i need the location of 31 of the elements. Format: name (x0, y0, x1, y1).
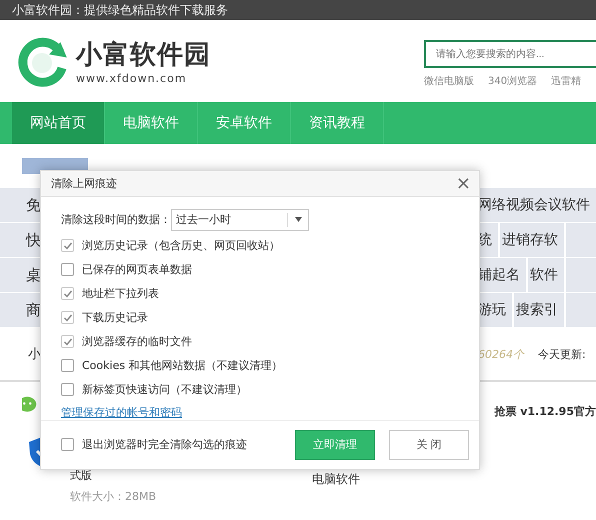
option-label: 地址栏下拉列表 (82, 286, 159, 302)
search-field[interactable]: 请输入您要搜索的内容... (424, 40, 596, 68)
dialog-title: 清除上网痕迹 (51, 176, 117, 191)
header-link[interactable]: 迅雷精 (551, 74, 582, 88)
section-tab[interactable]: 小 (0, 345, 41, 363)
manage-passwords-link[interactable]: 管理保存过的帐号和密码 (61, 404, 182, 420)
tag-link[interactable]: 进销存软 (502, 223, 566, 257)
header-link[interactable]: 340浏览器 (488, 74, 538, 88)
time-range-dropdown[interactable]: 过去一小时 (171, 208, 309, 231)
logo-url: www.xfdown.com (76, 72, 188, 85)
header-link[interactable]: 微信电脑版 (424, 74, 474, 88)
close-button[interactable]: × (456, 172, 471, 194)
option-label: 退出浏览器时完全清除勾选的痕迹 (82, 437, 247, 452)
app-size: 软件大小：28MB (70, 489, 156, 504)
option-label: 浏览器缓存的临时文件 (82, 334, 192, 350)
category-label: 电脑软件 (311, 471, 360, 488)
option-label: 下载历史记录 (82, 310, 148, 326)
range-label: 清除这段时间的数据： (61, 212, 171, 228)
option-label: 已保存的网页表单数据 (82, 262, 192, 278)
app-name: 式版 (70, 468, 93, 483)
site-tagline: 小富软件园：提供绿色精品软件下载服务 (12, 2, 228, 18)
today-update-label: 今天更新: (538, 346, 586, 362)
featured-title[interactable]: 抢票 v1.12.95官方 (494, 404, 596, 419)
option-label: 浏览历史记录（包含历史、网页回收站） (82, 238, 280, 254)
tag-link[interactable]: 软件 (530, 258, 566, 292)
option-label: Cookies 和其他网站数据（不建议清理） (82, 358, 283, 374)
tag-link[interactable]: 搜索引 (516, 293, 566, 327)
option-label: 新标签页快速访问（不建议清理） (82, 382, 247, 398)
nav-tab[interactable]: 网站首页 (12, 102, 105, 144)
logo-name: 小富软件园 (76, 39, 211, 72)
close-dialog-button[interactable]: 关 闭 (389, 430, 469, 460)
